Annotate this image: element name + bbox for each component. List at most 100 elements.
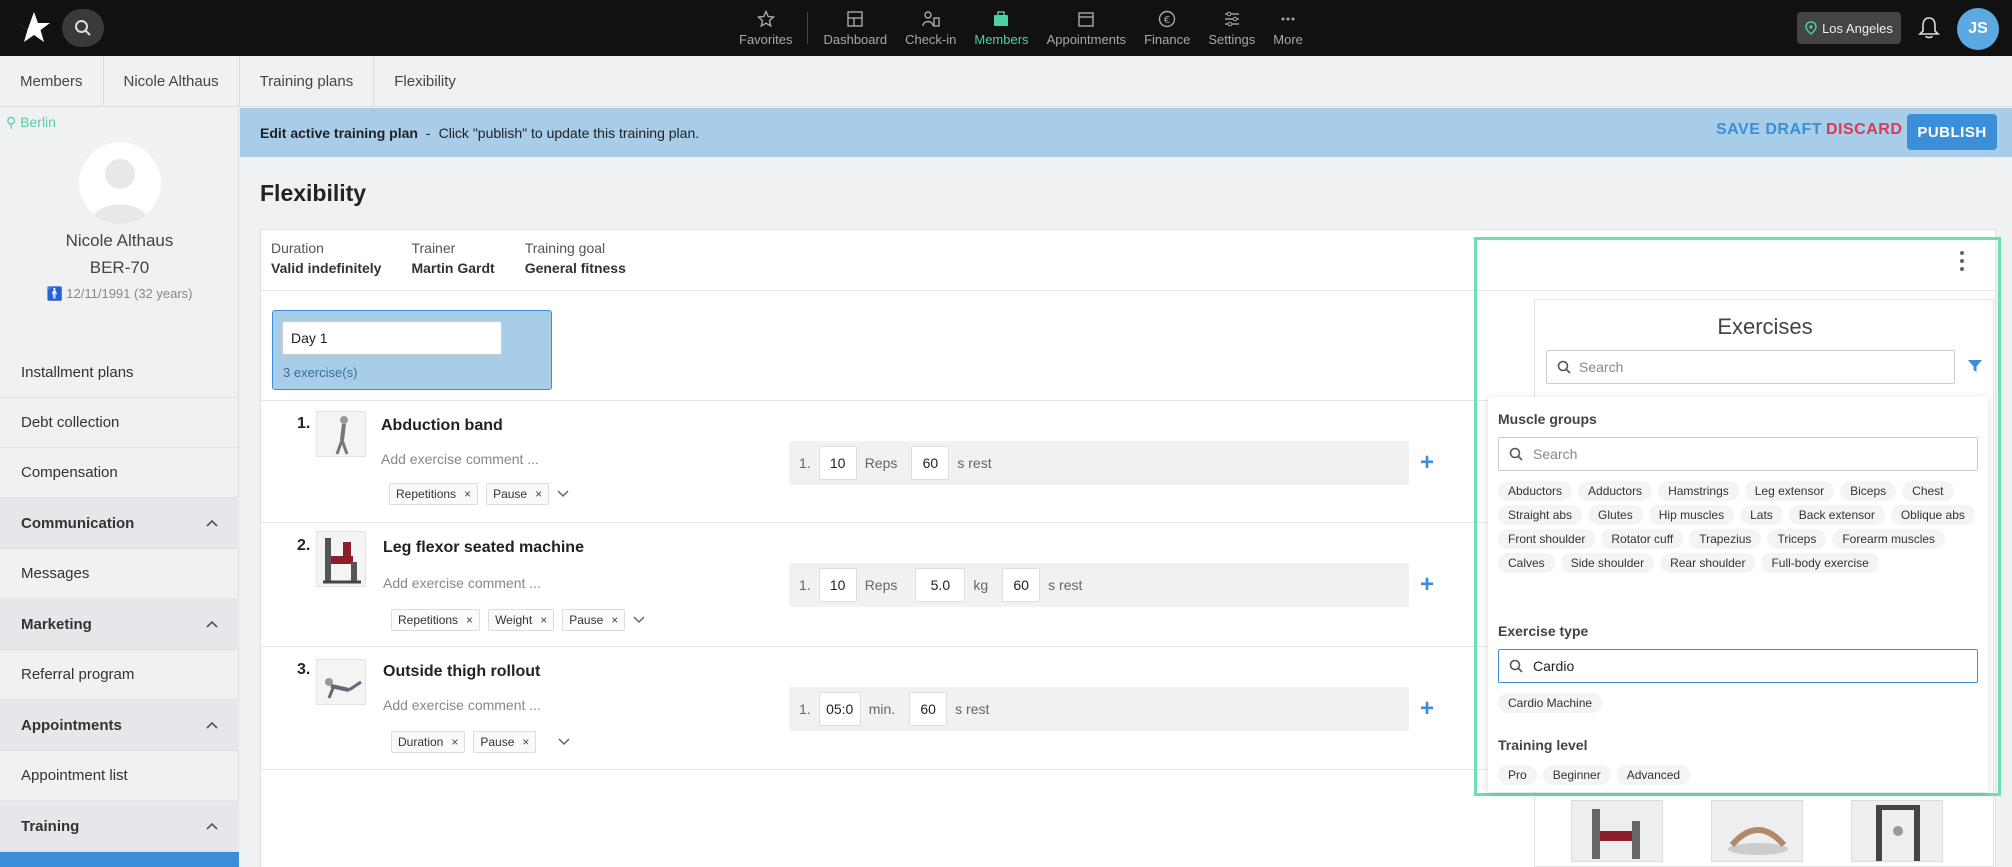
exercise-name[interactable]: Abduction band [381, 417, 503, 435]
sidebar-section-appointments[interactable]: Appointments [0, 700, 239, 751]
add-set-button[interactable]: + [1420, 695, 1434, 723]
sidebar-section-training[interactable]: Training [0, 801, 239, 852]
sidebar-item-installment-plans[interactable]: Installment plans [0, 348, 239, 398]
rest-input[interactable]: 60 [1002, 568, 1041, 602]
add-set-button[interactable]: + [1420, 449, 1434, 477]
muscle-group-chip[interactable]: Biceps [1840, 481, 1897, 501]
muscle-group-chip[interactable]: Rotator cuff [1601, 529, 1684, 549]
exercise-name[interactable]: Outside thigh rollout [383, 663, 540, 681]
exercise-type-search-input[interactable]: Cardio [1498, 649, 1978, 683]
sidebar-item-debt-collection[interactable]: Debt collection [0, 398, 239, 448]
nav-dashboard[interactable]: Dashboard [814, 0, 896, 56]
muscle-group-chip[interactable]: Triceps [1767, 529, 1827, 549]
exercise-thumbnail[interactable] [316, 411, 366, 457]
remove-tag-icon[interactable]: × [466, 613, 473, 627]
exercise-comment-input[interactable]: Add exercise comment ... [381, 451, 539, 467]
location-selector[interactable]: Los Angeles [1797, 12, 1901, 44]
muscle-group-chip[interactable]: Rear shoulder [1660, 553, 1756, 573]
rest-unit: s rest [957, 455, 992, 471]
breadcrumb-training-plans[interactable]: Training plans [240, 55, 375, 107]
chevron-down-icon[interactable] [558, 738, 570, 746]
remove-tag-icon[interactable]: × [464, 487, 471, 501]
nav-more[interactable]: More [1264, 0, 1312, 56]
muscle-group-chip[interactable]: Glutes [1588, 505, 1643, 525]
weight-input[interactable]: 5.0 [915, 568, 966, 602]
rest-input[interactable]: 60 [909, 692, 948, 726]
remove-tag-icon[interactable]: × [522, 735, 529, 749]
day-name-input[interactable]: Day 1 [282, 321, 502, 355]
exercise-thumbnail[interactable] [1851, 800, 1943, 862]
muscle-group-chip[interactable]: Leg extensor [1744, 481, 1835, 501]
remove-tag-icon[interactable]: × [611, 613, 618, 627]
remove-tag-icon[interactable]: × [451, 735, 458, 749]
user-avatar[interactable]: JS [1957, 8, 1999, 50]
remove-tag-icon[interactable]: × [540, 613, 547, 627]
add-set-button[interactable]: + [1420, 571, 1434, 599]
muscle-group-chip[interactable]: Lats [1740, 505, 1783, 525]
sidebar-section-communication[interactable]: Communication [0, 498, 239, 549]
exercise-comment-input[interactable]: Add exercise comment ... [383, 697, 541, 713]
muscle-group-chip[interactable]: Straight abs [1498, 505, 1583, 525]
nav-members[interactable]: Members [965, 0, 1037, 56]
global-search-button[interactable] [62, 9, 104, 47]
exercise-thumbnail[interactable] [1571, 800, 1663, 862]
duration-input[interactable]: 05:0 [818, 692, 861, 726]
day-card-selected[interactable]: Day 1 3 exercise(s) [272, 310, 552, 390]
member-id: BER-70 [89, 258, 150, 277]
reps-input[interactable]: 10 [818, 446, 857, 480]
chevron-down-icon[interactable] [557, 490, 569, 498]
exercise-name[interactable]: Leg flexor seated machine [383, 539, 584, 557]
breadcrumb-current: Flexibility [394, 72, 456, 90]
sidebar-item-training-plans-active[interactable] [0, 852, 239, 867]
checkin-icon [922, 10, 940, 27]
muscle-group-chip[interactable]: Forearm muscles [1832, 529, 1946, 549]
muscle-group-search-input[interactable]: Search [1498, 437, 1978, 471]
sidebar-item-messages[interactable]: Messages [0, 549, 239, 599]
training-level-chip[interactable]: Pro [1498, 765, 1537, 785]
muscle-group-chip[interactable]: Full-body exercise [1761, 553, 1879, 573]
muscle-group-chip[interactable]: Back extensor [1788, 505, 1885, 525]
muscle-group-chip[interactable]: Chest [1902, 481, 1954, 501]
nav-finance[interactable]: € Finance [1135, 0, 1199, 56]
exercise-type-chip[interactable]: Cardio Machine [1498, 693, 1603, 713]
muscle-group-chip[interactable]: Side shoulder [1560, 553, 1655, 573]
sidebar-item-appointment-list[interactable]: Appointment list [0, 751, 239, 801]
sidebar-item-referral-program[interactable]: Referral program [0, 650, 239, 700]
muscle-group-chip[interactable]: Oblique abs [1890, 505, 1975, 525]
remove-tag-icon[interactable]: × [535, 487, 542, 501]
tag-label: Duration [398, 735, 444, 749]
rest-input[interactable]: 60 [911, 446, 950, 480]
muscle-group-chip[interactable]: Abductors [1498, 481, 1573, 501]
sidebar-section-marketing[interactable]: Marketing [0, 599, 239, 650]
app-logo-icon[interactable] [16, 10, 52, 46]
reps-input[interactable]: 10 [818, 568, 857, 602]
training-level-chip[interactable]: Beginner [1542, 765, 1611, 785]
filter-button[interactable] [1967, 358, 1983, 379]
exercise-comment-input[interactable]: Add exercise comment ... [383, 575, 541, 591]
nav-settings[interactable]: Settings [1199, 0, 1264, 56]
sidebar-item-compensation[interactable]: Compensation [0, 448, 239, 498]
divider [261, 290, 1997, 291]
notifications-button[interactable] [1918, 16, 1940, 45]
exercise-thumbnail[interactable] [316, 531, 366, 587]
exercise-search-input[interactable]: Search [1546, 350, 1955, 384]
nav-favorites[interactable]: Favorites [730, 0, 801, 56]
save-draft-button[interactable]: SAVE DRAFT [1716, 121, 1822, 139]
chevron-down-icon[interactable] [633, 616, 645, 624]
exercise-thumbnail[interactable] [316, 659, 366, 705]
breadcrumb-member-name[interactable]: Nicole Althaus [104, 55, 240, 107]
discard-button[interactable]: DISCARD [1826, 121, 1902, 139]
exercise-thumbnail[interactable] [1711, 800, 1803, 862]
nav-checkin[interactable]: Check-in [896, 0, 965, 56]
nav-appointments[interactable]: Appointments [1038, 0, 1136, 56]
breadcrumb-members[interactable]: Members [0, 55, 104, 107]
muscle-group-chip[interactable]: Calves [1498, 553, 1555, 573]
publish-button[interactable]: PUBLISH [1907, 114, 1997, 150]
muscle-group-chip[interactable]: Hip muscles [1648, 505, 1735, 525]
training-level-chip[interactable]: Advanced [1616, 765, 1691, 785]
muscle-group-chip[interactable]: Trapezius [1689, 529, 1762, 549]
muscle-group-chip[interactable]: Front shoulder [1498, 529, 1596, 549]
muscle-group-chip[interactable]: Adductors [1578, 481, 1653, 501]
muscle-group-chip[interactable]: Hamstrings [1658, 481, 1739, 501]
plan-options-button[interactable] [1959, 250, 1965, 277]
